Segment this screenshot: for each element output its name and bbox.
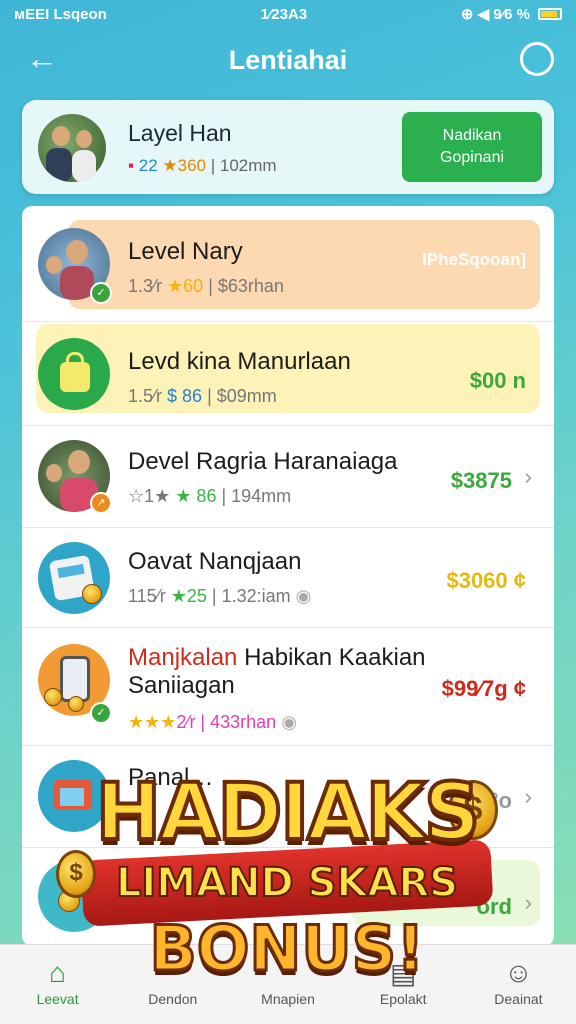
- arrow-left-icon[interactable]: ←: [26, 40, 58, 77]
- user-meta-distance: | 102mm: [206, 156, 277, 175]
- user-meta-stars: ★360: [162, 156, 206, 175]
- row-meta: 115⁄r ★25 | 1.32:iam ◉: [128, 586, 311, 607]
- row-title: Level Nary: [128, 238, 243, 265]
- row-meta-rating: 1.3⁄r: [128, 276, 168, 296]
- row-meta-distance: | 194mm: [216, 486, 292, 506]
- row-meta-rating: 1.5⁄r: [128, 386, 168, 406]
- row-title: Devel Ragria Haranaiaga: [128, 448, 398, 475]
- reward-list: ✓ Level Nary 1.3⁄r ★60 | $63rhan IPheSqo…: [22, 206, 554, 946]
- user-meta-level: 22: [138, 156, 163, 175]
- row-meta-stars: ★25: [170, 586, 207, 606]
- box-icon: ▤: [389, 958, 417, 989]
- row-title-second: Saniiagan: [128, 672, 235, 699]
- nav-label: Leevat: [36, 991, 79, 1007]
- app-header: ← Lentiahai: [0, 28, 576, 92]
- row-title-main: Habikan Kaakian: [237, 644, 426, 671]
- row-meta-stars: ★60: [167, 276, 204, 296]
- row-meta-stars: ★★★: [128, 712, 177, 732]
- check-badge-icon: ✓: [90, 282, 112, 304]
- row-price: $00 n: [469, 368, 526, 393]
- list-item[interactable]: Oavat Nanqjaan 115⁄r ★25 | 1.32:iam ◉ $3…: [22, 528, 554, 628]
- chevron-right-icon: ›: [524, 890, 532, 915]
- shopping-bag-icon: [38, 338, 110, 410]
- list-item[interactable]: ord ›: [22, 848, 554, 946]
- nav-item-3[interactable]: Mnapien: [230, 945, 345, 1024]
- page-title: Lentiahai: [228, 44, 348, 75]
- nav-item-4[interactable]: ▤ Epolakt: [346, 945, 461, 1024]
- row-meta-distance: 2⁄r | 433rhan: [176, 712, 277, 732]
- row-price: $3060 ¢: [446, 568, 526, 593]
- user-name: Layel Han: [128, 120, 232, 146]
- row-meta-distance: | $09mm: [202, 386, 277, 406]
- coin-icon: ◉: [295, 586, 312, 606]
- row-meta: 1.5⁄r $ 86 | $09mm: [128, 386, 277, 407]
- user-meta-rank: ▪: [128, 156, 139, 175]
- row-price: $99⁄7g ¢: [441, 676, 526, 701]
- row-title: Panal…: [128, 764, 214, 791]
- calculator-icon: [38, 542, 110, 614]
- coins-icon: [38, 860, 110, 932]
- house-icon: ⌂: [49, 957, 67, 988]
- nav-item-home[interactable]: ⌂ Leevat: [0, 945, 115, 1024]
- check-badge-icon: ✓: [90, 702, 112, 724]
- row-price: IPheSqooan]: [422, 250, 526, 269]
- row-meta-stars: $ 86: [167, 386, 203, 406]
- status-right: ⊕ ◀ 9⁄6 %: [461, 5, 562, 23]
- nav-icon-placeholder: [230, 957, 345, 991]
- nav-item-profile[interactable]: ☺ Deainat: [461, 945, 576, 1024]
- row-meta: ★★★2⁄r | 433rhan ◉: [128, 712, 297, 733]
- row-title-highlight: Manjkalan: [128, 644, 238, 671]
- status-indicators: ⊕ ◀ 9⁄6 %: [460, 6, 530, 23]
- claim-button-line1: Nadikan: [442, 127, 502, 144]
- nav-label: Mnapien: [261, 991, 315, 1007]
- row-meta: ☆1★ ★ 86 | 194mm: [128, 486, 291, 507]
- list-item[interactable]: ↗ Devel Ragria Haranaiaga ☆1★ ★ 86 | 194…: [22, 426, 554, 528]
- row-price: °o: [489, 788, 512, 813]
- arrow-badge-icon: ↗: [90, 492, 112, 514]
- row-title: Manjkalan Habikan Kaakian Saniiagan: [128, 644, 426, 700]
- user-meta: ▪ 22 ★360 | 102mm: [128, 156, 277, 176]
- nav-label: Epolakt: [379, 991, 427, 1007]
- status-bar: ᴍEEI Lsqeon 1⁄23A3 ⊕ ◀ 9⁄6 %: [0, 0, 576, 28]
- user-avatar: [38, 114, 106, 182]
- battery-icon: [537, 8, 562, 20]
- status-carrier: ᴍEEI Lsqeon: [14, 5, 107, 23]
- claim-button[interactable]: Nadikan Gopinani: [402, 112, 542, 182]
- coin-icon: ◉: [281, 712, 297, 732]
- store-icon: [38, 760, 110, 832]
- list-item[interactable]: ✓ Level Nary 1.3⁄r ★60 | $63rhan IPheSqo…: [22, 206, 554, 322]
- chevron-right-icon: ›: [524, 784, 532, 809]
- bottom-nav: ⌂ Leevat Dendon Mnapien ▤ Epolakt ☺ Deai…: [0, 944, 576, 1024]
- list-item[interactable]: Levd kina Manurlaan 1.5⁄r $ 86 | $09mm $…: [22, 322, 554, 426]
- nav-icon-placeholder: [115, 957, 230, 991]
- chevron-right-icon: ›: [524, 464, 532, 489]
- list-item[interactable]: Panal… °o ›: [22, 746, 554, 848]
- row-price: ord: [476, 894, 512, 919]
- chat-bubble-icon[interactable]: [520, 42, 554, 76]
- row-meta-stars: ★ 86: [175, 486, 217, 506]
- row-meta-rating: 115⁄r: [128, 586, 171, 606]
- list-item[interactable]: ✓ Manjkalan Habikan Kaakian Saniiagan ★★…: [22, 628, 554, 746]
- nav-item-2[interactable]: Dendon: [115, 945, 230, 1024]
- user-icon: ☺: [504, 957, 533, 988]
- row-meta-rating: ☆1★: [128, 486, 176, 506]
- status-time: 1⁄23A3: [260, 5, 308, 23]
- row-meta-distance: | $63rhan: [203, 276, 284, 296]
- row-title: Oavat Nanqjaan: [128, 548, 302, 575]
- nav-label: Deainat: [494, 991, 543, 1007]
- row-meta-distance: | 1.32:iam: [206, 586, 291, 606]
- user-card: Layel Han ▪ 22 ★360 | 102mm Nadikan Gopi…: [22, 100, 554, 194]
- claim-button-line2: Gopinani: [439, 149, 505, 166]
- row-title: Levd kina Manurlaan: [128, 348, 351, 375]
- nav-label: Dendon: [148, 991, 198, 1007]
- row-price: $3875: [450, 468, 512, 493]
- row-meta: 1.3⁄r ★60 | $63rhan: [128, 276, 284, 297]
